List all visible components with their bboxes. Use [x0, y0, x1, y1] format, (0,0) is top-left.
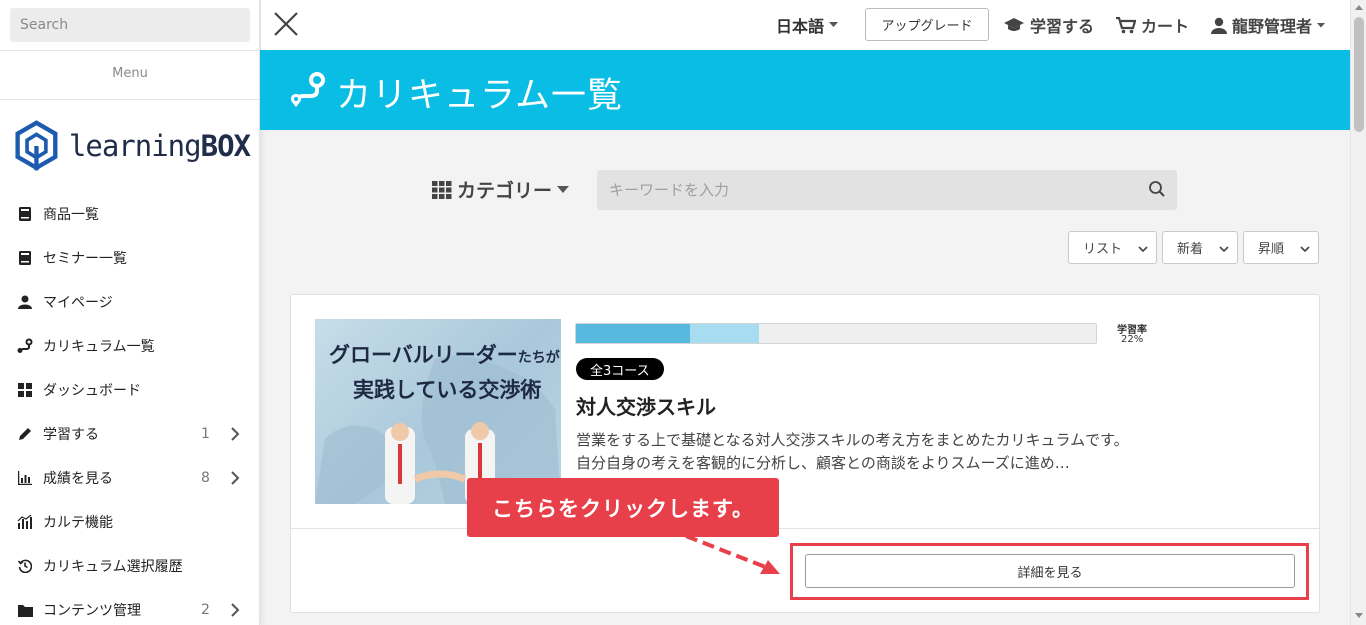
sidebar: Menu learningBOX 商品一覧 セミナー一覧 マイページ カリキュラ…: [0, 0, 260, 625]
chevron-down-icon: [1138, 246, 1148, 253]
grid-icon: [432, 180, 452, 199]
logo-text-bold: BOX: [200, 129, 251, 163]
chevron-right-icon[interactable]: [228, 471, 242, 485]
chevron-right-icon[interactable]: [228, 603, 242, 617]
caret-down-icon: [829, 22, 839, 27]
category-label: カテゴリー: [457, 180, 553, 202]
learn-link[interactable]: 学習する: [1003, 13, 1094, 37]
dashboard-icon: [17, 382, 33, 398]
sidebar-item-products[interactable]: 商品一覧: [0, 192, 259, 236]
caret-down-icon: [1317, 22, 1326, 27]
sidebar-item-label: 成績を見る: [43, 471, 113, 487]
bars-icon: [17, 514, 33, 530]
course-thumbnail[interactable]: グローバルリーダーたちが 実践している交渉術: [315, 319, 561, 504]
book-icon: [17, 250, 33, 266]
pencil-icon: [17, 426, 33, 442]
cart-link-label: カート: [1141, 17, 1190, 36]
sidebar-item-seminars[interactable]: セミナー一覧: [0, 236, 259, 280]
user-icon: [1211, 17, 1227, 34]
course-count-badge: 全3コース: [576, 358, 664, 380]
sidebar-nav: 商品一覧 セミナー一覧 マイページ カリキュラム一覧 ダッシュボード 学習する …: [0, 192, 259, 625]
sidebar-item-label: マイページ: [43, 295, 113, 311]
learn-link-label: 学習する: [1030, 17, 1095, 36]
progress-bar: [575, 323, 1097, 344]
curriculum-icon: [291, 72, 325, 107]
page-scrollbar[interactable]: [1350, 0, 1366, 625]
caret-down-icon: [557, 186, 570, 193]
cart-icon: [1116, 16, 1136, 33]
sidebar-item-label: コンテンツ管理: [43, 603, 141, 619]
scroll-down-arrow-icon[interactable]: [1355, 613, 1363, 618]
sidebar-item-label: ダッシュボード: [43, 383, 141, 399]
user-name: 龍野管理者: [1232, 17, 1313, 36]
graduation-cap-icon: [1004, 18, 1024, 31]
scroll-up-arrow-icon[interactable]: [1355, 5, 1363, 10]
sidebar-item-label: カルテ機能: [43, 515, 113, 531]
page-header-banner: カリキュラム一覧: [260, 50, 1350, 130]
upgrade-button[interactable]: アップグレード: [865, 8, 989, 41]
thumbnail-text-small: たちが: [517, 350, 560, 366]
close-icon[interactable]: [273, 11, 299, 37]
sidebar-item-contents[interactable]: コンテンツ管理 2: [0, 588, 259, 625]
progress-fill-secondary: [690, 324, 760, 343]
card-divider: [291, 528, 1319, 529]
sidebar-item-history[interactable]: カリキュラム選択履歴: [0, 544, 259, 588]
highlight-box: [790, 543, 1309, 600]
sidebar-item-count: 8: [201, 470, 210, 486]
curriculum-icon: [17, 338, 33, 354]
sidebar-item-label: 商品一覧: [43, 207, 99, 223]
sidebar-item-dashboard[interactable]: ダッシュボード: [0, 368, 259, 412]
sidebar-item-learn[interactable]: 学習する 1: [0, 412, 259, 456]
sidebar-item-label: セミナー一覧: [43, 251, 127, 267]
book-icon: [17, 206, 33, 222]
learningbox-logo[interactable]: learningBOX: [14, 110, 251, 182]
top-navbar: 日本語 アップグレード 学習する カート 龍野管理者: [261, 0, 1350, 50]
keyword-search-input[interactable]: [597, 170, 1177, 210]
progress-fill: [576, 324, 691, 343]
sidebar-item-label: カリキュラム選択履歴: [43, 559, 183, 575]
sort-select-value: 新着: [1177, 242, 1204, 257]
chevron-right-icon[interactable]: [228, 427, 242, 441]
annotation-callout: こちらをクリックします。: [467, 478, 779, 537]
search-icon[interactable]: [1148, 180, 1166, 198]
language-dropdown[interactable]: 日本語: [776, 13, 839, 37]
sidebar-item-count: 2: [201, 602, 210, 618]
user-menu[interactable]: 龍野管理者: [1211, 13, 1326, 37]
sidebar-item-karte[interactable]: カルテ機能: [0, 500, 259, 544]
history-icon: [17, 558, 33, 574]
thumbnail-text: 実践している交渉術: [353, 378, 542, 402]
sidebar-item-curriculum[interactable]: カリキュラム一覧: [0, 324, 259, 368]
chart-icon: [17, 470, 33, 486]
sidebar-item-mypage[interactable]: マイページ: [0, 280, 259, 324]
category-dropdown[interactable]: カテゴリー: [432, 176, 570, 203]
thumbnail-text: グローバルリーダー: [329, 343, 518, 367]
cube-logo-icon: [15, 120, 58, 171]
menu-label: Menu: [112, 66, 148, 81]
folder-icon: [17, 602, 33, 618]
progress-value: 22%: [1121, 334, 1144, 345]
sidebar-search-input[interactable]: [10, 8, 250, 42]
sidebar-item-count: 1: [201, 426, 210, 442]
sidebar-item-grades[interactable]: 成績を見る 8: [0, 456, 259, 500]
sidebar-item-label: 学習する: [43, 427, 99, 443]
user-icon: [17, 294, 33, 310]
language-label: 日本語: [776, 17, 825, 36]
logo-text-light: learning: [68, 129, 202, 163]
dashed-arrow-icon: [685, 534, 780, 574]
chevron-down-icon: [1300, 246, 1310, 253]
sort-select[interactable]: 新着: [1162, 231, 1238, 264]
view-select-value: リスト: [1083, 242, 1123, 257]
divider: [0, 50, 259, 51]
order-select[interactable]: 昇順: [1243, 231, 1319, 264]
order-select-value: 昇順: [1258, 242, 1285, 257]
chevron-down-icon: [1219, 246, 1229, 253]
sidebar-item-label: カリキュラム一覧: [43, 339, 155, 355]
cart-link[interactable]: カート: [1116, 13, 1189, 37]
view-select[interactable]: リスト: [1068, 231, 1157, 264]
page-title: カリキュラム一覧: [336, 76, 623, 116]
divider: [0, 99, 259, 100]
course-title[interactable]: 対人交渉スキル: [576, 391, 716, 420]
scroll-thumb[interactable]: [1354, 17, 1364, 132]
course-description: 営業をする上で基礎となる対人交渉スキルの考え方をまとめたカリキュラムです。自分自…: [576, 431, 1129, 472]
